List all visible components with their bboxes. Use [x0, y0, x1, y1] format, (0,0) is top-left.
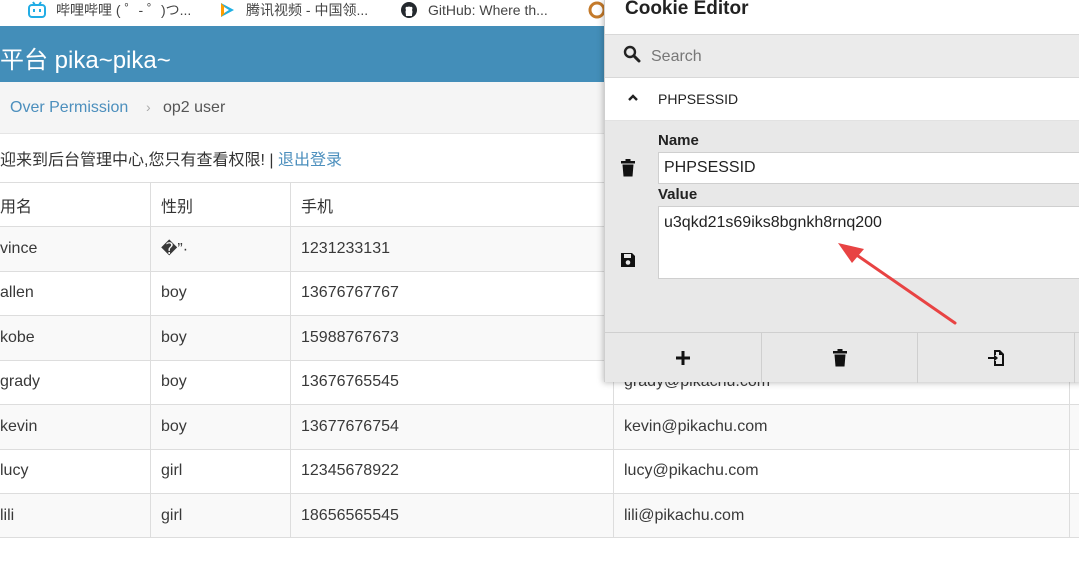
header-username: 用名 — [0, 198, 33, 216]
cell-username: lucy — [0, 462, 29, 480]
table-bottom-border — [0, 537, 1079, 538]
cell-phone: 12345678922 — [290, 449, 613, 493]
import-button[interactable] — [918, 333, 1075, 383]
cell-username: grady — [0, 373, 41, 391]
cell-email: lili@pikachu.com — [613, 494, 1069, 538]
cell-gender: boy — [150, 360, 290, 404]
welcome-text: 迎来到后台管理中心,您只有查看权限! | — [0, 152, 278, 169]
cell-address — [1069, 494, 1079, 538]
cell-phone: 13676767767 — [290, 271, 613, 315]
breadcrumb-current: op2 user — [163, 99, 226, 116]
breadcrumb-over-permission[interactable]: Over Permission — [10, 99, 128, 117]
cell-gender: boy — [150, 316, 290, 360]
plus-icon — [676, 351, 690, 365]
header-phone: 手机 — [290, 183, 613, 227]
trash-icon — [832, 349, 847, 367]
bookmark-label: GitHub: Where th... — [428, 2, 548, 18]
bookmark-label: 哔哩哔哩 ( ゜- ゜)つ... — [56, 2, 192, 18]
table-row: kevin boy 13677676754 kevin@pikachu.com — [0, 404, 1079, 449]
popup-title: Cookie Editor — [625, 0, 749, 19]
cell-address — [1069, 449, 1079, 493]
trash-icon[interactable] — [620, 159, 636, 177]
cell-gender: girl — [150, 494, 290, 538]
bookmark-tencent-video[interactable]: 腾讯视频 - 中国领... — [218, 0, 368, 20]
import-icon — [988, 350, 1004, 366]
chevron-up-icon[interactable] — [626, 93, 640, 103]
add-cookie-button[interactable] — [605, 333, 762, 383]
name-label: Name — [658, 132, 699, 149]
cookie-detail-panel: Name PHPSESSID Value u3qkd21s69iks8bgnkh… — [605, 121, 1079, 332]
table-row: lili girl 18656565545 lili@pikachu.com — [0, 493, 1079, 538]
cell-username: vince — [0, 239, 38, 257]
welcome-message: 迎来到后台管理中心,您只有查看权限! | 退出登录 — [0, 146, 342, 170]
cell-gender: �”· — [150, 227, 290, 271]
logout-link[interactable]: 退出登录 — [278, 152, 342, 169]
cell-gender: girl — [150, 449, 290, 493]
bookmark-github[interactable]: GitHub: Where th... — [400, 0, 548, 20]
github-icon — [401, 2, 417, 18]
cell-email: kevin@pikachu.com — [613, 405, 1069, 449]
tencent-video-icon — [221, 3, 234, 17]
cell-username: kobe — [0, 328, 35, 346]
cell-address — [1069, 405, 1079, 449]
save-icon[interactable] — [620, 252, 636, 268]
cookie-value-field[interactable]: u3qkd21s69iks8bgnkh8rnq200 — [658, 206, 1079, 279]
site-title: 平台 pika~pika~ — [0, 47, 171, 74]
cell-username: kevin — [0, 417, 38, 435]
search-icon — [623, 45, 641, 63]
cookie-name-label: PHPSESSID — [658, 91, 739, 107]
table-row: lucy girl 12345678922 lucy@pikachu.com — [0, 448, 1079, 493]
cell-username: allen — [0, 284, 34, 302]
search-bar — [605, 34, 1079, 78]
cookie-item-header[interactable]: PHPSESSID — [605, 78, 1079, 121]
cell-phone: 1231233131 — [290, 227, 613, 271]
search-input[interactable] — [651, 45, 1051, 69]
bookmark-label: 腾讯视频 - 中国领... — [246, 2, 369, 18]
cell-phone: 15988767673 — [290, 316, 613, 360]
bookmark-bilibili[interactable]: 哔哩哔哩 ( ゜- ゜)つ... — [28, 0, 191, 20]
delete-all-button[interactable] — [762, 333, 918, 383]
cookie-toolbar — [605, 332, 1079, 383]
cell-phone: 13677676754 — [290, 405, 613, 449]
bilibili-icon — [28, 1, 46, 18]
cell-gender: boy — [150, 271, 290, 315]
cell-phone: 18656565545 — [290, 494, 613, 538]
cell-username: lili — [0, 506, 15, 524]
header-gender: 性别 — [150, 183, 290, 227]
breadcrumb-separator-icon: › — [146, 99, 151, 115]
cell-gender: boy — [150, 405, 290, 449]
cookie-editor-popup: Cookie Editor PHPSESSID Name PHPSESSID V… — [604, 0, 1079, 383]
cell-email: lucy@pikachu.com — [613, 449, 1069, 493]
cell-phone: 13676765545 — [290, 360, 613, 404]
value-label: Value — [658, 186, 698, 203]
cookie-name-field[interactable]: PHPSESSID — [658, 152, 1079, 184]
